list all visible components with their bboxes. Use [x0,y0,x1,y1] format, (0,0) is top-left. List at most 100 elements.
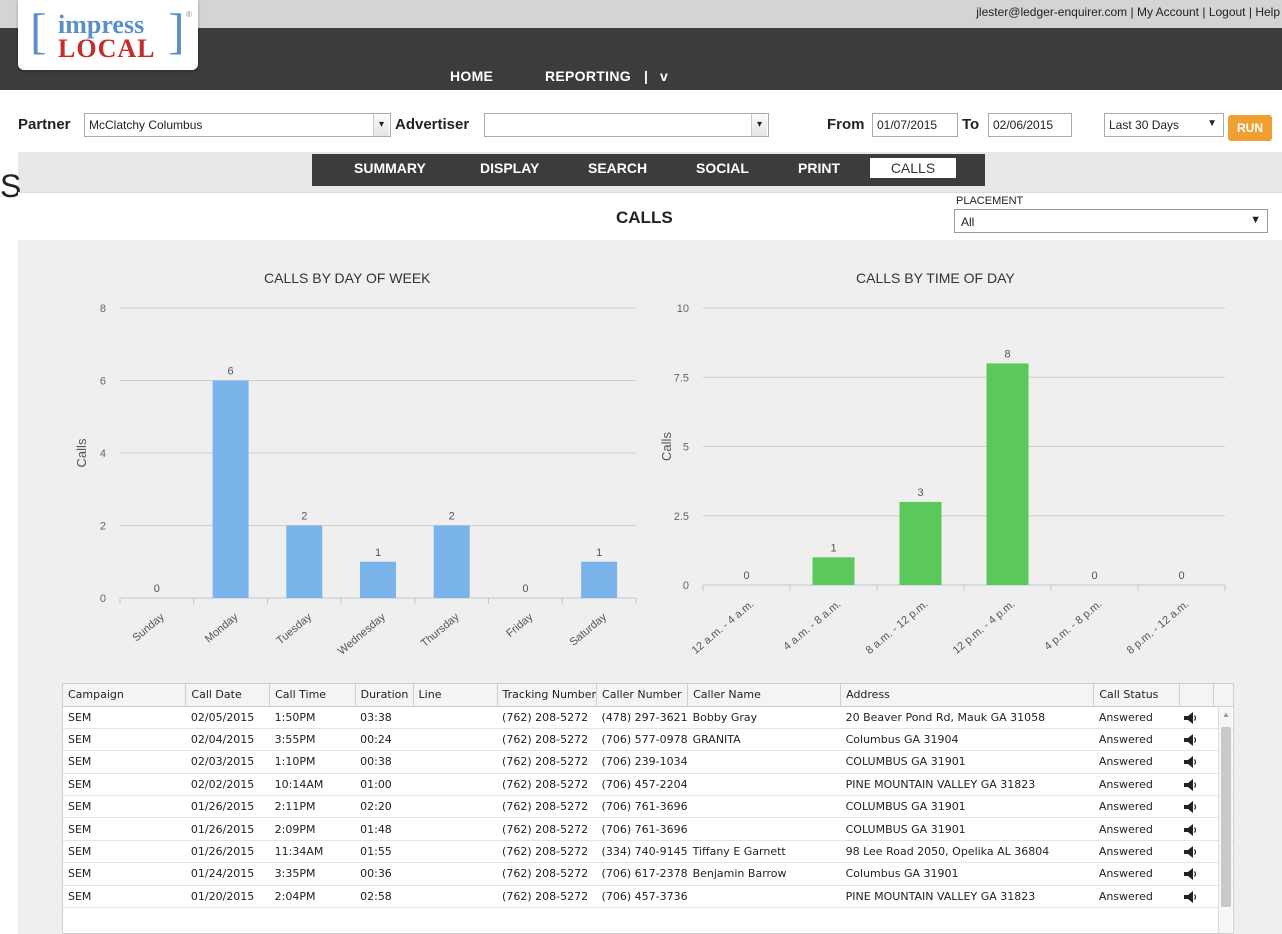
cell-call-status: Answered [1093,795,1180,819]
placement-select[interactable]: All ▼ [954,209,1268,233]
logo-registered-mark: ® [186,10,192,19]
logout-link[interactable]: Logout [1209,5,1246,19]
y-tick-label: 8 [100,303,106,315]
cell-campaign: SEM [63,817,186,841]
col-call-date[interactable]: Call Date [185,684,271,707]
col-duration[interactable]: Duration [355,684,414,707]
nav-reporting[interactable]: REPORTING [545,68,631,84]
cell-call-date: 01/24/2015 [185,862,270,886]
cell-call-date: 02/03/2015 [185,750,270,774]
speaker-icon[interactable] [1184,711,1198,724]
tab-display[interactable]: DISPLAY [480,160,539,176]
logo[interactable]: [ impress LOCAL ] ® [18,0,198,70]
advertiser-chevron-down-icon[interactable]: ▾ [751,114,767,136]
table-row[interactable]: SEM 01/20/2015 2:04PM 02:58 (762) 208-5272 (7… [63,885,1233,909]
cell-duration: 03:38 [355,706,414,729]
table-row[interactable]: SEM 02/05/2015 1:50PM 03:38 (762) 208-5272 (4… [63,706,1233,729]
cell-call-date: 01/26/2015 [185,840,270,864]
cell-campaign: SEM [63,773,186,797]
cell-call-date: 01/26/2015 [185,795,270,819]
help-link[interactable]: Help [1255,5,1280,19]
cell-call-date: 02/05/2015 [185,706,270,729]
cell-address: 20 Beaver Pond Rd, Mauk GA 31058 [840,706,1094,729]
cell-address: 98 Lee Road 2050, Opelika AL 36804 [840,840,1094,864]
cell-duration: 01:48 [355,817,414,841]
partner-chevron-down-icon[interactable]: ▾ [373,114,389,136]
bar[interactable] [986,363,1029,585]
x-tick-label: Monday [203,611,241,646]
speaker-icon[interactable] [1184,778,1198,791]
date-range-select[interactable]: Last 30 Days ▼ [1104,113,1224,137]
col-caller-name[interactable]: Caller Name [687,684,842,707]
partner-select[interactable]: McClatchy Columbus [84,113,391,137]
nav-separator: | [644,68,649,84]
col-address[interactable]: Address [840,684,1095,707]
main-nav: HOME REPORTING | v [0,64,1282,88]
bar[interactable] [581,561,618,598]
y-axis-label: Calls [659,432,674,461]
col-call-time[interactable]: Call Time [269,684,356,707]
tab-social[interactable]: SOCIAL [696,160,749,176]
from-label: From [827,116,865,133]
x-tick-label: Sunday [130,611,167,644]
filter-row: Partner McClatchy Columbus ▾ Advertiser … [0,112,1282,142]
cell-call-status: Answered [1093,862,1180,886]
speaker-icon[interactable] [1184,756,1198,769]
from-date-input[interactable]: 01/07/2015 [872,113,958,137]
col-campaign[interactable]: Campaign [63,684,187,707]
speaker-icon[interactable] [1184,846,1198,859]
speaker-icon[interactable] [1184,734,1198,747]
col-call-status[interactable]: Call Status [1093,684,1180,707]
bar[interactable] [899,501,942,585]
bar[interactable] [433,525,470,599]
user-email: jlester@ledger-enquirer.com [976,5,1128,19]
speaker-icon[interactable] [1184,868,1198,881]
page-title: CALLS [616,208,673,227]
tab-calls[interactable]: CALLS [870,158,956,178]
placement-chevron-down-icon: ▼ [1250,214,1261,226]
cell-caller-name [687,817,841,841]
y-tick-label: 0 [100,593,106,605]
my-account-link[interactable]: My Account [1137,5,1199,19]
scrollbar-thumb[interactable] [1221,727,1231,907]
advertiser-select[interactable] [484,113,769,137]
tab-summary[interactable]: SUMMARY [354,160,426,176]
cell-call-status: Answered [1093,817,1180,841]
speaker-icon[interactable] [1184,801,1198,814]
cell-tracking-number: (762) 208-5272 [497,773,597,797]
nav-home[interactable]: HOME [450,68,493,84]
table-row[interactable]: SEM 02/02/2015 10:14AM 01:00 (762) 208-5272(… [63,773,1233,797]
tab-search[interactable]: SEARCH [588,160,647,176]
col-tracking-number[interactable]: Tracking Number [497,684,598,707]
cell-call-date: 01/20/2015 [185,885,270,909]
account-links: jlester@ledger-enquirer.com | My Account… [976,5,1280,19]
to-date-input[interactable]: 02/06/2015 [988,113,1072,137]
table-row[interactable]: SEM 01/26/2015 11:34AM 01:55 (762) 208-5272(… [63,840,1233,864]
table-row[interactable]: SEM 02/03/2015 1:10PM 00:38 (762) 208-5272 (7… [63,750,1233,774]
table-row[interactable]: SEM 01/24/2015 3:35PM 00:36 (762) 208-5272 (7… [63,862,1233,886]
tab-print[interactable]: PRINT [798,160,840,176]
cell-campaign: SEM [63,862,186,886]
run-button[interactable]: RUN [1228,115,1272,141]
bar[interactable] [286,525,323,599]
table-row[interactable]: SEM 02/04/2015 3:55PM 00:24 (762) 208-5272 (7… [63,728,1233,752]
cell-call-time: 3:35PM [269,862,356,886]
table-row[interactable]: SEM 01/26/2015 2:09PM 01:48 (762) 208-5272 (7… [63,817,1233,841]
scroll-up-icon[interactable]: ▲ [1222,710,1230,719]
speaker-icon[interactable] [1184,890,1198,903]
col-caller-number[interactable]: Caller Number [596,684,689,707]
bar[interactable] [812,557,855,585]
cell-caller-name: Tiffany E Garnett [687,840,841,864]
cell-caller-name [687,773,841,797]
col-line[interactable]: Line [413,684,498,707]
cell-tracking-number: (762) 208-5272 [497,728,597,752]
cell-call-time: 2:09PM [269,817,356,841]
x-tick-label: 12 a.m. - 4 a.m. [690,598,757,657]
table-row[interactable]: SEM 01/26/2015 2:11PM 02:20 (762) 208-5272 (7… [63,795,1233,819]
bar[interactable] [360,561,396,598]
bar[interactable] [212,380,249,599]
cell-address: PINE MOUNTAIN VALLEY GA 31823 [840,773,1094,797]
table-scrollbar[interactable]: ▲ [1218,707,1232,933]
nav-reporting-chevron[interactable]: v [660,68,668,84]
speaker-icon[interactable] [1184,823,1198,836]
